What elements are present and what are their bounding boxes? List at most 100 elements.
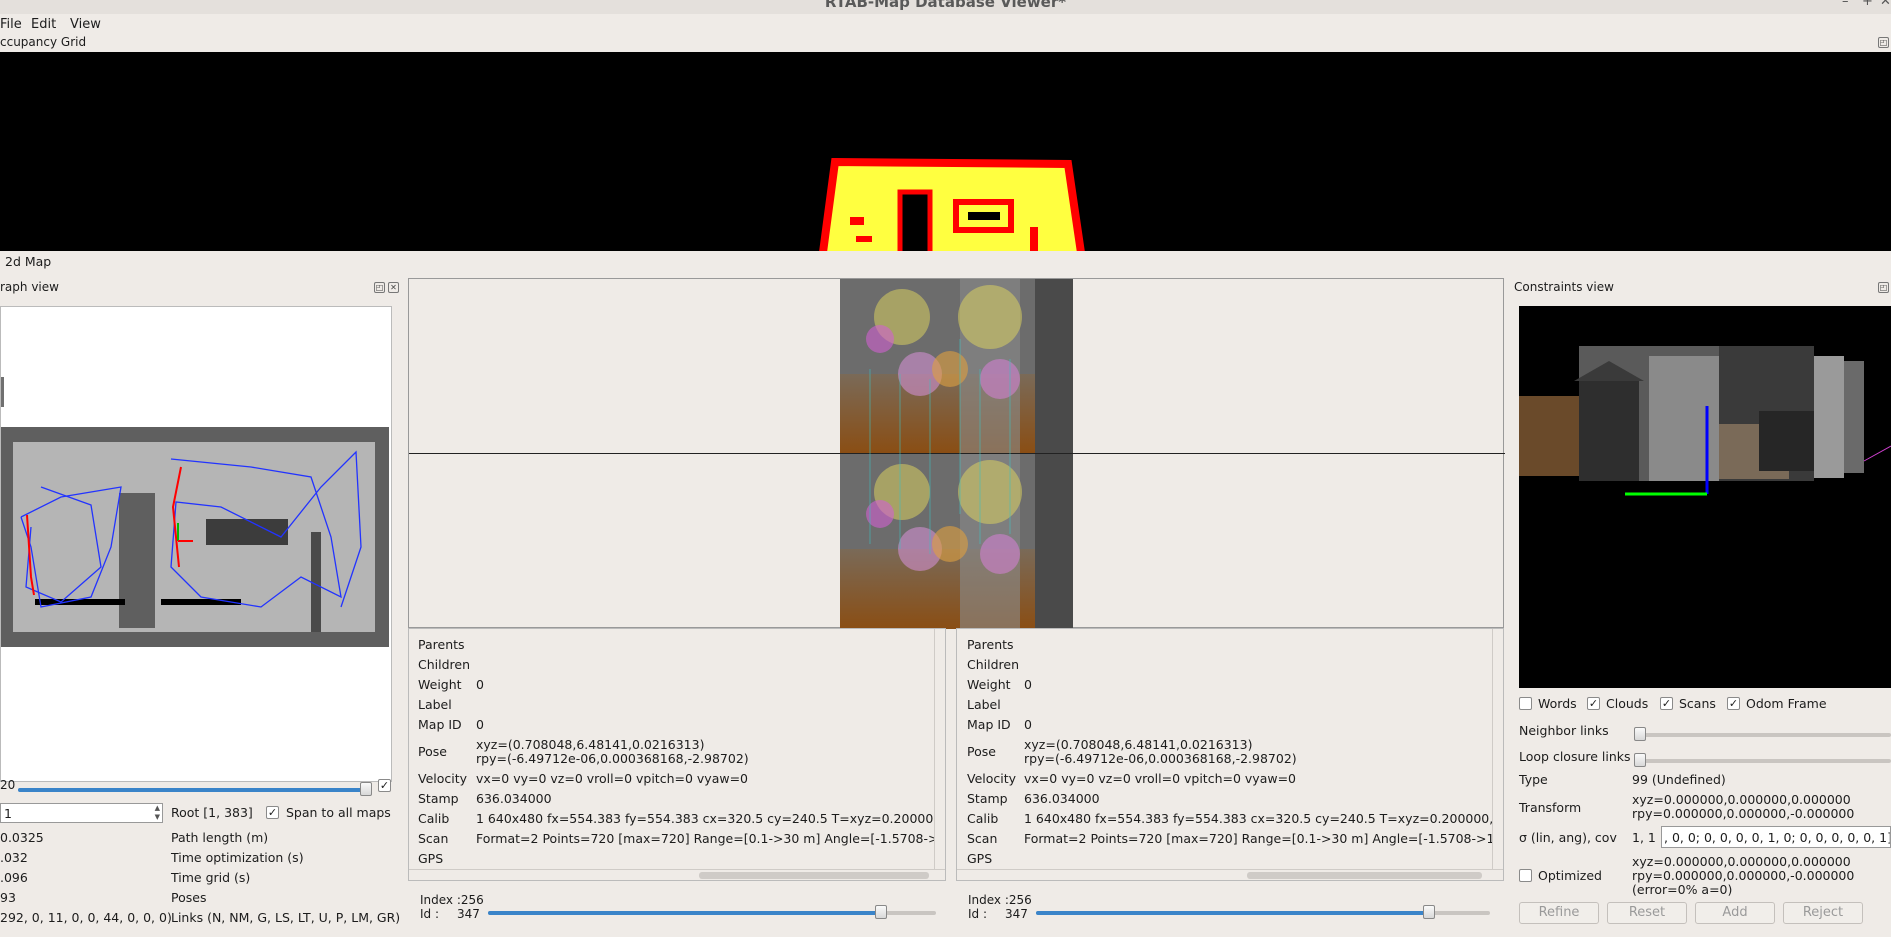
constraints-dock-title: Constraints view: [1514, 278, 1614, 296]
stat-label: Links (N, NM, G, LS, LT, U, P, LM, GR): [171, 910, 401, 925]
info-scrollbar-v[interactable]: [1492, 629, 1503, 869]
add-button[interactable]: Add: [1695, 902, 1775, 924]
clouds-checkbox[interactable]: ✓: [1587, 697, 1600, 710]
stat-label: Path length (m): [171, 830, 269, 845]
info-key: Pose: [967, 744, 996, 759]
maximize-icon[interactable]: +: [1862, 0, 1873, 9]
info-scrollbar-h[interactable]: [957, 869, 1503, 880]
info-key: Children: [418, 657, 471, 672]
stat-value: .032: [0, 850, 28, 865]
info-key: Parents: [418, 637, 465, 652]
stat-value: 93: [0, 890, 16, 905]
loop-closure-label: Loop closure links: [1519, 749, 1631, 764]
span-checkbox[interactable]: ✓: [266, 806, 279, 819]
menu-edit[interactable]: Edit: [31, 17, 56, 32]
info-scrollbar-h[interactable]: [409, 869, 945, 880]
type-label: Type: [1519, 772, 1548, 787]
info-value: rpy=(-6.49712e-06,0.000368168,-2.98702): [1024, 751, 1297, 766]
info-key: Label: [967, 697, 1001, 712]
info-value: vx=0 vy=0 vz=0 vroll=0 vpitch=0 vyaw=0: [1024, 771, 1297, 786]
node-info-right: Parents Children Weight 0 Label Map ID 0…: [956, 628, 1504, 881]
info-key: Velocity: [967, 771, 1017, 786]
loop-closure-handle[interactable]: [1634, 753, 1646, 767]
graph-slider-value: 20: [0, 778, 16, 792]
close-icon[interactable]: ✕: [1880, 0, 1891, 9]
scans-checkbox[interactable]: ✓: [1660, 697, 1673, 710]
id-label-right: Id :347: [968, 907, 1028, 921]
info-value: rpy=(-6.49712e-06,0.000368168,-2.98702): [476, 751, 749, 766]
spin-up-icon[interactable]: ▲: [155, 804, 160, 812]
id-slider-right-handle[interactable]: [1423, 905, 1435, 919]
info-key: Scan: [418, 831, 449, 846]
camera-images: [840, 279, 1073, 629]
id-slider-left-fill: [488, 911, 880, 915]
graph-spinbox[interactable]: 1 ▲ ▼: [0, 803, 163, 823]
info-value: 1 640x480 fx=554.383 fy=554.383 cx=320.5…: [1024, 811, 1504, 826]
info-value: 0: [1024, 717, 1032, 732]
clouds-label: Clouds: [1606, 696, 1649, 711]
info-value: Format=2 Points=720 [max=720] Range=[0.1…: [476, 831, 946, 846]
info-key: Parents: [967, 637, 1014, 652]
info-value: Format=2 Points=720 [max=720] Range=[0.1…: [1024, 831, 1504, 846]
close-icon[interactable]: ✕: [388, 282, 399, 293]
menu-file[interactable]: File: [0, 17, 22, 32]
info-key: Scan: [967, 831, 998, 846]
optimized-checkbox[interactable]: [1519, 869, 1532, 882]
info-key: Weight: [418, 677, 462, 692]
stat-value: 292, 0, 11, 0, 0, 44, 0, 0, 0): [0, 910, 172, 925]
float-icon[interactable]: ◰: [374, 282, 385, 293]
index-label-right: Index :256: [968, 893, 1032, 907]
neighbor-links-slider[interactable]: [1640, 733, 1891, 737]
info-key: Velocity: [418, 771, 468, 786]
neighbor-links-handle[interactable]: [1634, 727, 1646, 741]
info-scrollbar-v[interactable]: [934, 629, 945, 869]
image-compare-view[interactable]: [408, 278, 1505, 629]
occupancy-title: ccupancy Grid: [0, 35, 87, 49]
index-label-left: Index :256: [420, 893, 484, 907]
root-label: Root [1, 383]: [171, 805, 253, 820]
constraints-3d-view[interactable]: [1519, 306, 1891, 688]
info-value: 636.034000: [1024, 791, 1100, 806]
info-key: Map ID: [418, 717, 462, 732]
info-key: GPS: [418, 851, 444, 866]
info-value: 0: [476, 677, 484, 692]
cov-field-value: , 0, 0; 0, 0, 0, 0, 1, 0; 0, 0, 0, 0, 0,…: [1664, 830, 1891, 845]
occupancy-grid-view[interactable]: [0, 52, 1891, 295]
span-label: Span to all maps: [286, 805, 391, 820]
info-key: GPS: [967, 851, 993, 866]
stat-label: Time optimization (s): [171, 850, 304, 865]
graph-slider-checkbox[interactable]: ✓: [378, 779, 391, 792]
stat-label: Poses: [171, 890, 207, 905]
float-icon[interactable]: ◰: [1878, 282, 1889, 293]
menu-view[interactable]: View: [70, 17, 101, 32]
minimize-icon[interactable]: –: [1842, 0, 1849, 9]
map2d-title: 2d Map: [5, 254, 52, 269]
constraints-title: Constraints view: [1514, 280, 1614, 294]
id-slider-left-handle[interactable]: [875, 905, 887, 919]
graph-dock-title: raph view: [0, 278, 59, 296]
type-value: 99 (Undefined): [1632, 772, 1726, 787]
reset-button[interactable]: Reset: [1607, 902, 1687, 924]
info-key: Stamp: [418, 791, 459, 806]
stat-label: Time grid (s): [171, 870, 251, 885]
spin-down-icon[interactable]: ▼: [155, 813, 160, 821]
loop-closure-slider[interactable]: [1640, 759, 1891, 763]
refine-button[interactable]: Refine: [1519, 902, 1599, 924]
occupancy-grid-map: [813, 157, 1090, 295]
odom-frame-label: Odom Frame: [1746, 696, 1827, 711]
window-titlebar: RTAB-Map Database Viewer* – + ✕: [0, 0, 1891, 14]
transform-label: Transform: [1519, 800, 1582, 815]
reject-button[interactable]: Reject: [1783, 902, 1863, 924]
info-key: Calib: [418, 811, 450, 826]
words-checkbox[interactable]: [1519, 697, 1532, 710]
optimized-rpy: rpy=0.000000,0.000000,-0.000000: [1632, 868, 1855, 883]
stat-value: .096: [0, 870, 28, 885]
float-icon[interactable]: ◰: [1878, 37, 1889, 48]
graph-slider-handle[interactable]: [360, 782, 372, 796]
odom-frame-checkbox[interactable]: ✓: [1727, 697, 1740, 710]
optimized-error: (error=0% a=0): [1632, 882, 1733, 897]
transform-xyz: xyz=0.000000,0.000000,0.000000: [1632, 792, 1851, 807]
graph-view-canvas[interactable]: [0, 306, 392, 782]
info-value: 0: [476, 717, 484, 732]
cov-field[interactable]: , 0, 0; 0, 0, 0, 0, 1, 0; 0, 0, 0, 0, 0,…: [1661, 826, 1891, 848]
